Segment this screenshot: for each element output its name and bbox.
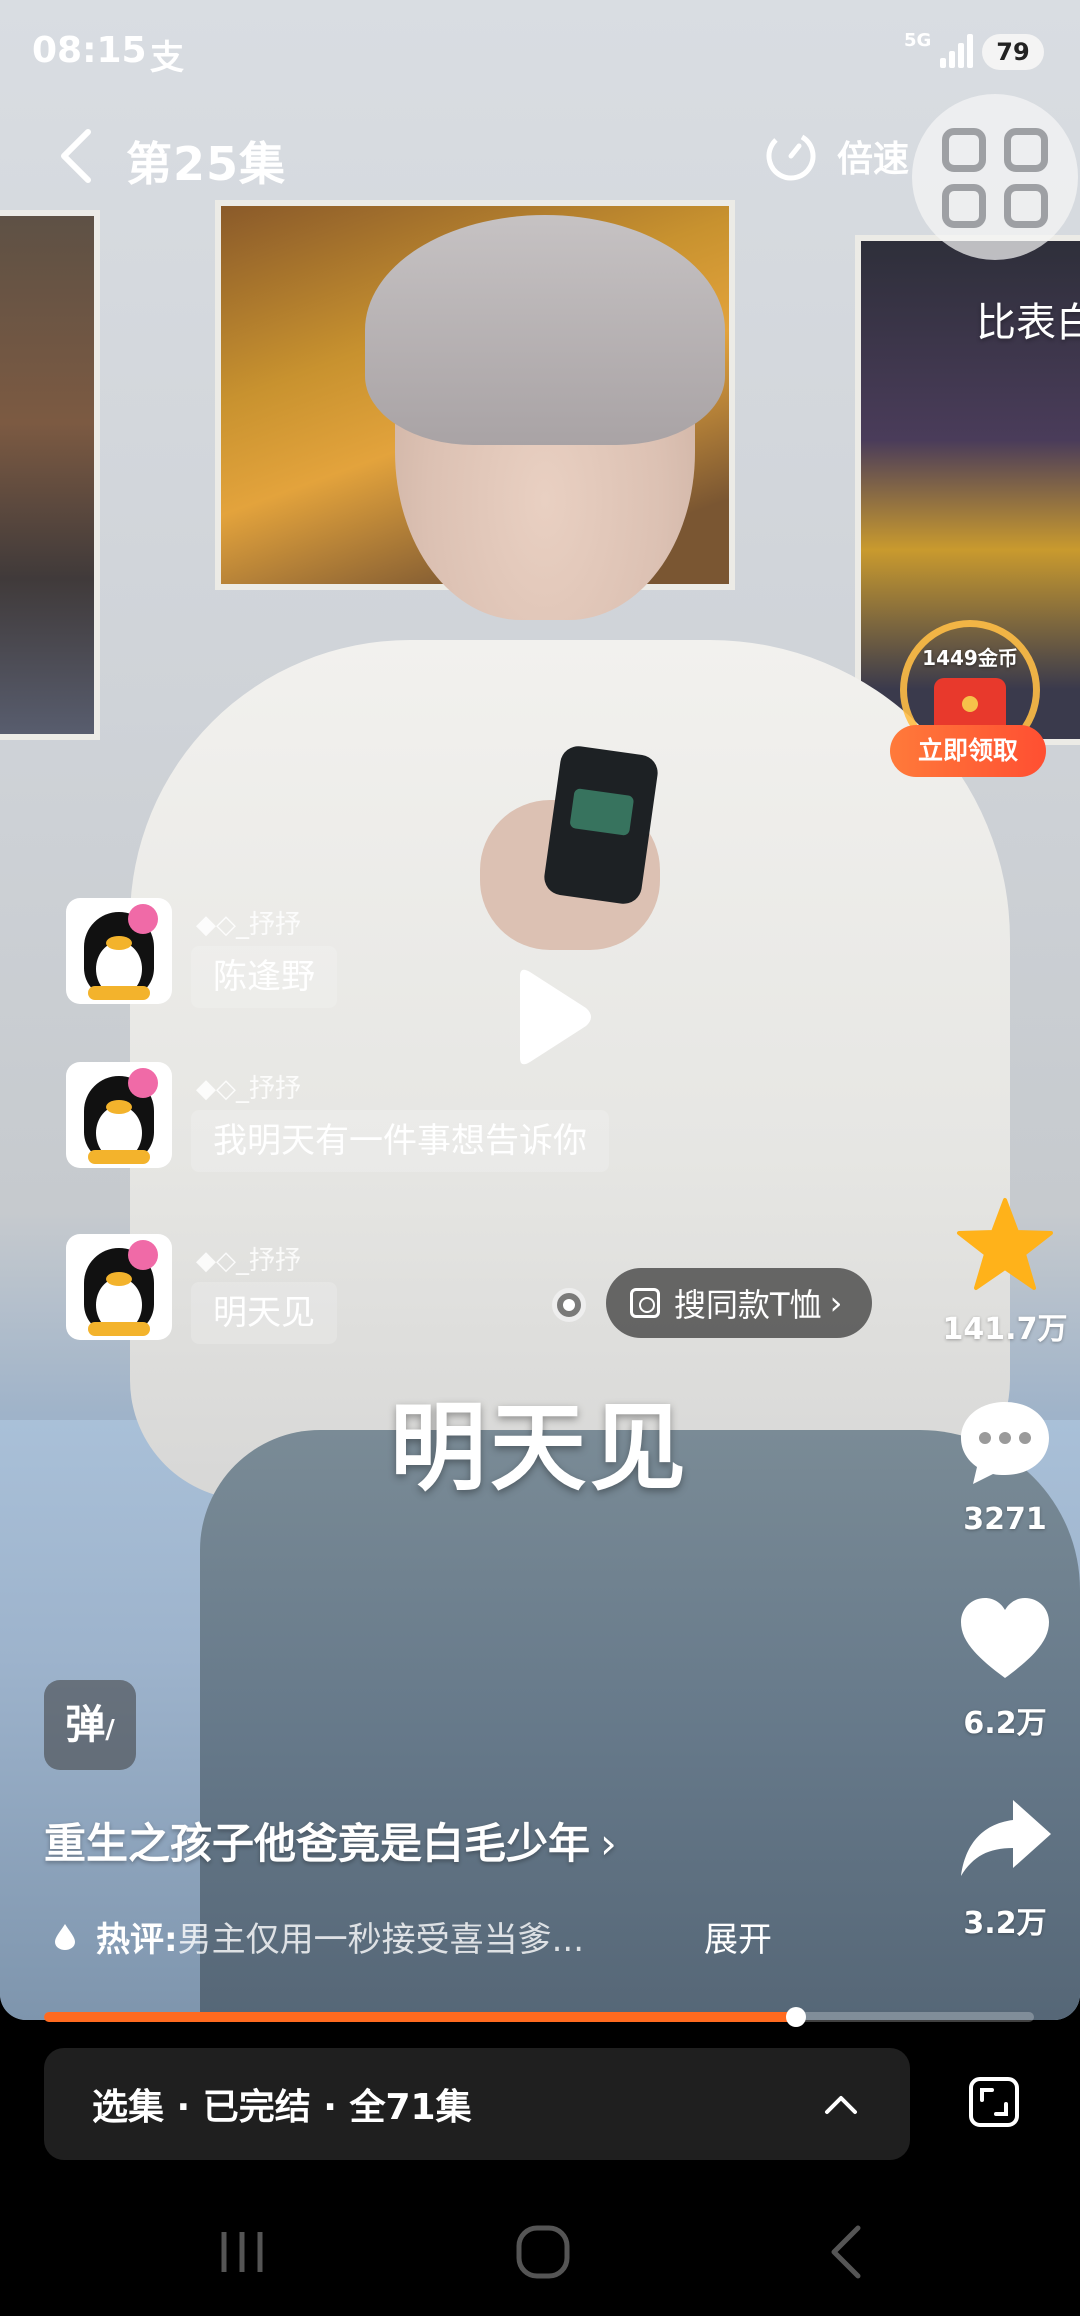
chevron-up-icon [825, 2096, 857, 2114]
claim-coins-button[interactable]: 立即领取 [890, 725, 1046, 777]
speed-label: 倍速 [837, 139, 910, 180]
danmaku-toggle-button[interactable]: 弹/ [44, 1680, 136, 1770]
star-icon [957, 1198, 1053, 1290]
episode-selector-label: 选集 · 已完结 · 全71集 [92, 2087, 472, 2128]
chevron-right-icon: › [829, 1284, 843, 1322]
product-tag-dot[interactable] [552, 1288, 586, 1322]
video-subtitle: 明天见 [390, 1391, 690, 1504]
search-same-item-button[interactable]: 搜同款T恤 › [606, 1268, 873, 1338]
grid-cell-icon [942, 184, 986, 228]
favorite-button[interactable]: 141.7万 [940, 1196, 1070, 1348]
episode-title: 第25集 [126, 137, 287, 191]
flip-phone-prop [542, 743, 660, 907]
grid-cell-icon [1004, 128, 1048, 172]
series-title: 重生之孩子他爸竟是白毛少年 [44, 1819, 591, 1868]
signal-icon [940, 34, 976, 68]
chevron-right-icon: › [600, 1819, 617, 1868]
avatar [66, 898, 172, 1004]
chat-bubble: 我明天有一件事想告诉你 [191, 1110, 609, 1172]
play-icon[interactable] [490, 962, 600, 1072]
product-tag-label: 搜同款T恤 [674, 1286, 822, 1324]
share-count: 3.2万 [963, 1906, 1047, 1941]
flame-icon [55, 1923, 75, 1950]
app-root: 08:15 支 5G 79 第25集 倍速 比表白 1449金币 立即领取 ◆◇… [0, 0, 1080, 2316]
app-grid-floating-button[interactable] [912, 94, 1078, 260]
grid-cell-icon [1004, 184, 1048, 228]
episode-selector[interactable]: 选集 · 已完结 · 全71集 [44, 2048, 910, 2160]
video-progress-bar[interactable] [44, 2007, 1034, 2027]
grid-cell-icon [942, 128, 986, 172]
series-title-link[interactable]: 重生之孩子他爸竟是白毛少年 › [44, 1810, 617, 1871]
hot-comment[interactable]: 热评: 男主仅用一秒接受喜当爹... [54, 1912, 584, 1961]
side-hint-text: 比表白 [976, 300, 1080, 346]
comment-button[interactable]: 3271 [940, 1394, 1070, 1537]
comment-bubble-icon [961, 1402, 1049, 1484]
favorite-count: 141.7万 [942, 1312, 1068, 1347]
speed-button[interactable]: 倍速 [765, 126, 909, 186]
chat-bubble: 明天见 [191, 1282, 337, 1344]
avatar [66, 1234, 172, 1340]
share-button[interactable]: 3.2万 [940, 1790, 1070, 1942]
heart-icon [961, 1598, 1049, 1678]
scan-icon [630, 1288, 660, 1318]
network-type-icon: 5G [904, 30, 932, 51]
person-hair [365, 215, 725, 445]
recent-apps-icon[interactable] [212, 2222, 272, 2282]
chat-sender-name: ◆◇_抒抒 [196, 1246, 301, 1276]
alipay-status-icon: 支 [150, 38, 184, 78]
speed-dial-icon [766, 131, 816, 181]
hot-comment-label: 热评: [96, 1920, 178, 1960]
status-bar: 08:15 支 5G 79 [0, 0, 1080, 100]
home-icon[interactable] [513, 2222, 573, 2282]
like-button[interactable]: 6.2万 [940, 1590, 1070, 1742]
wall-poster-left [0, 210, 100, 740]
chat-sender-name: ◆◇_抒抒 [196, 910, 301, 940]
danmaku-label: 弹 [65, 1702, 106, 1748]
pen-icon: / [105, 1715, 115, 1745]
hot-comment-text: 男主仅用一秒接受喜当爹... [177, 1920, 585, 1960]
back-nav-icon[interactable] [818, 2222, 878, 2282]
avatar [66, 1062, 172, 1168]
progress-thumb[interactable] [786, 2007, 807, 2027]
back-arrow-icon[interactable] [56, 128, 96, 184]
comment-count: 3271 [963, 1502, 1047, 1537]
status-time: 08:15 [32, 30, 147, 71]
expand-button[interactable]: 展开 [704, 1912, 772, 1961]
share-arrow-icon [961, 1800, 1051, 1876]
battery-icon: 79 [982, 34, 1044, 70]
fullscreen-icon[interactable] [968, 2076, 1020, 2128]
chat-sender-name: ◆◇_抒抒 [196, 1074, 301, 1104]
progress-fill [44, 2012, 797, 2022]
chat-bubble: 陈逢野 [191, 946, 337, 1008]
coin-amount: 1449金币 [922, 646, 1018, 670]
like-count: 6.2万 [963, 1706, 1047, 1741]
